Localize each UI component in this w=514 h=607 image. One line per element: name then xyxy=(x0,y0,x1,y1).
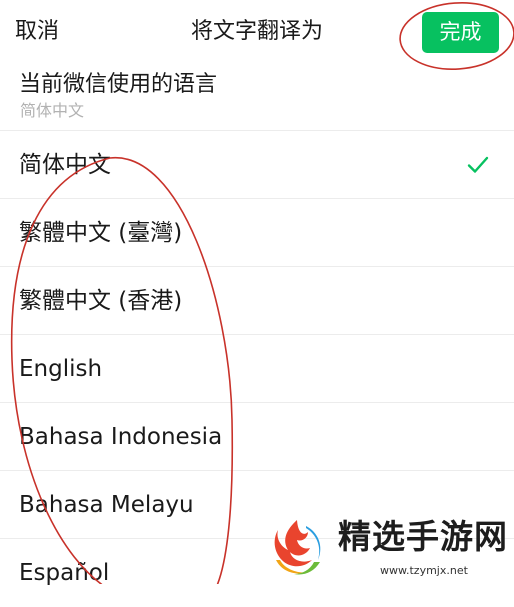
language-item-zh-hant-tw[interactable]: 繁體中文 (臺灣) xyxy=(0,198,514,266)
language-label: English xyxy=(19,356,103,382)
language-label: Bahasa Indonesia xyxy=(19,424,223,450)
language-item-english[interactable]: English xyxy=(0,334,514,402)
language-label: Español xyxy=(19,560,110,586)
watermark-url: www.tzymjx.net xyxy=(380,564,468,577)
done-button[interactable]: 完成 xyxy=(422,12,499,53)
current-language-section: 当前微信使用的语言 简体中文 xyxy=(0,66,514,130)
language-item-bahasa-indonesia[interactable]: Bahasa Indonesia xyxy=(0,402,514,470)
current-language-value: 简体中文 xyxy=(20,101,85,120)
language-label: 繁體中文 (香港) xyxy=(19,288,183,314)
language-item-zh-hans[interactable]: 简体中文 xyxy=(0,130,514,198)
language-item-zh-hant-hk[interactable]: 繁體中文 (香港) xyxy=(0,266,514,334)
watermark-text: 精选手游网 xyxy=(338,517,508,556)
nav-header: 取消 将文字翻译为 完成 xyxy=(0,0,514,68)
checkmark-icon xyxy=(467,156,489,173)
watermark: 精选手游网 www.tzymjx.net xyxy=(262,512,514,584)
language-label: Bahasa Melayu xyxy=(19,492,194,518)
language-label: 简体中文 xyxy=(19,152,111,178)
current-language-title: 当前微信使用的语言 xyxy=(19,72,218,97)
watermark-logo-icon xyxy=(274,520,321,575)
language-label: 繁體中文 (臺灣) xyxy=(19,220,183,246)
